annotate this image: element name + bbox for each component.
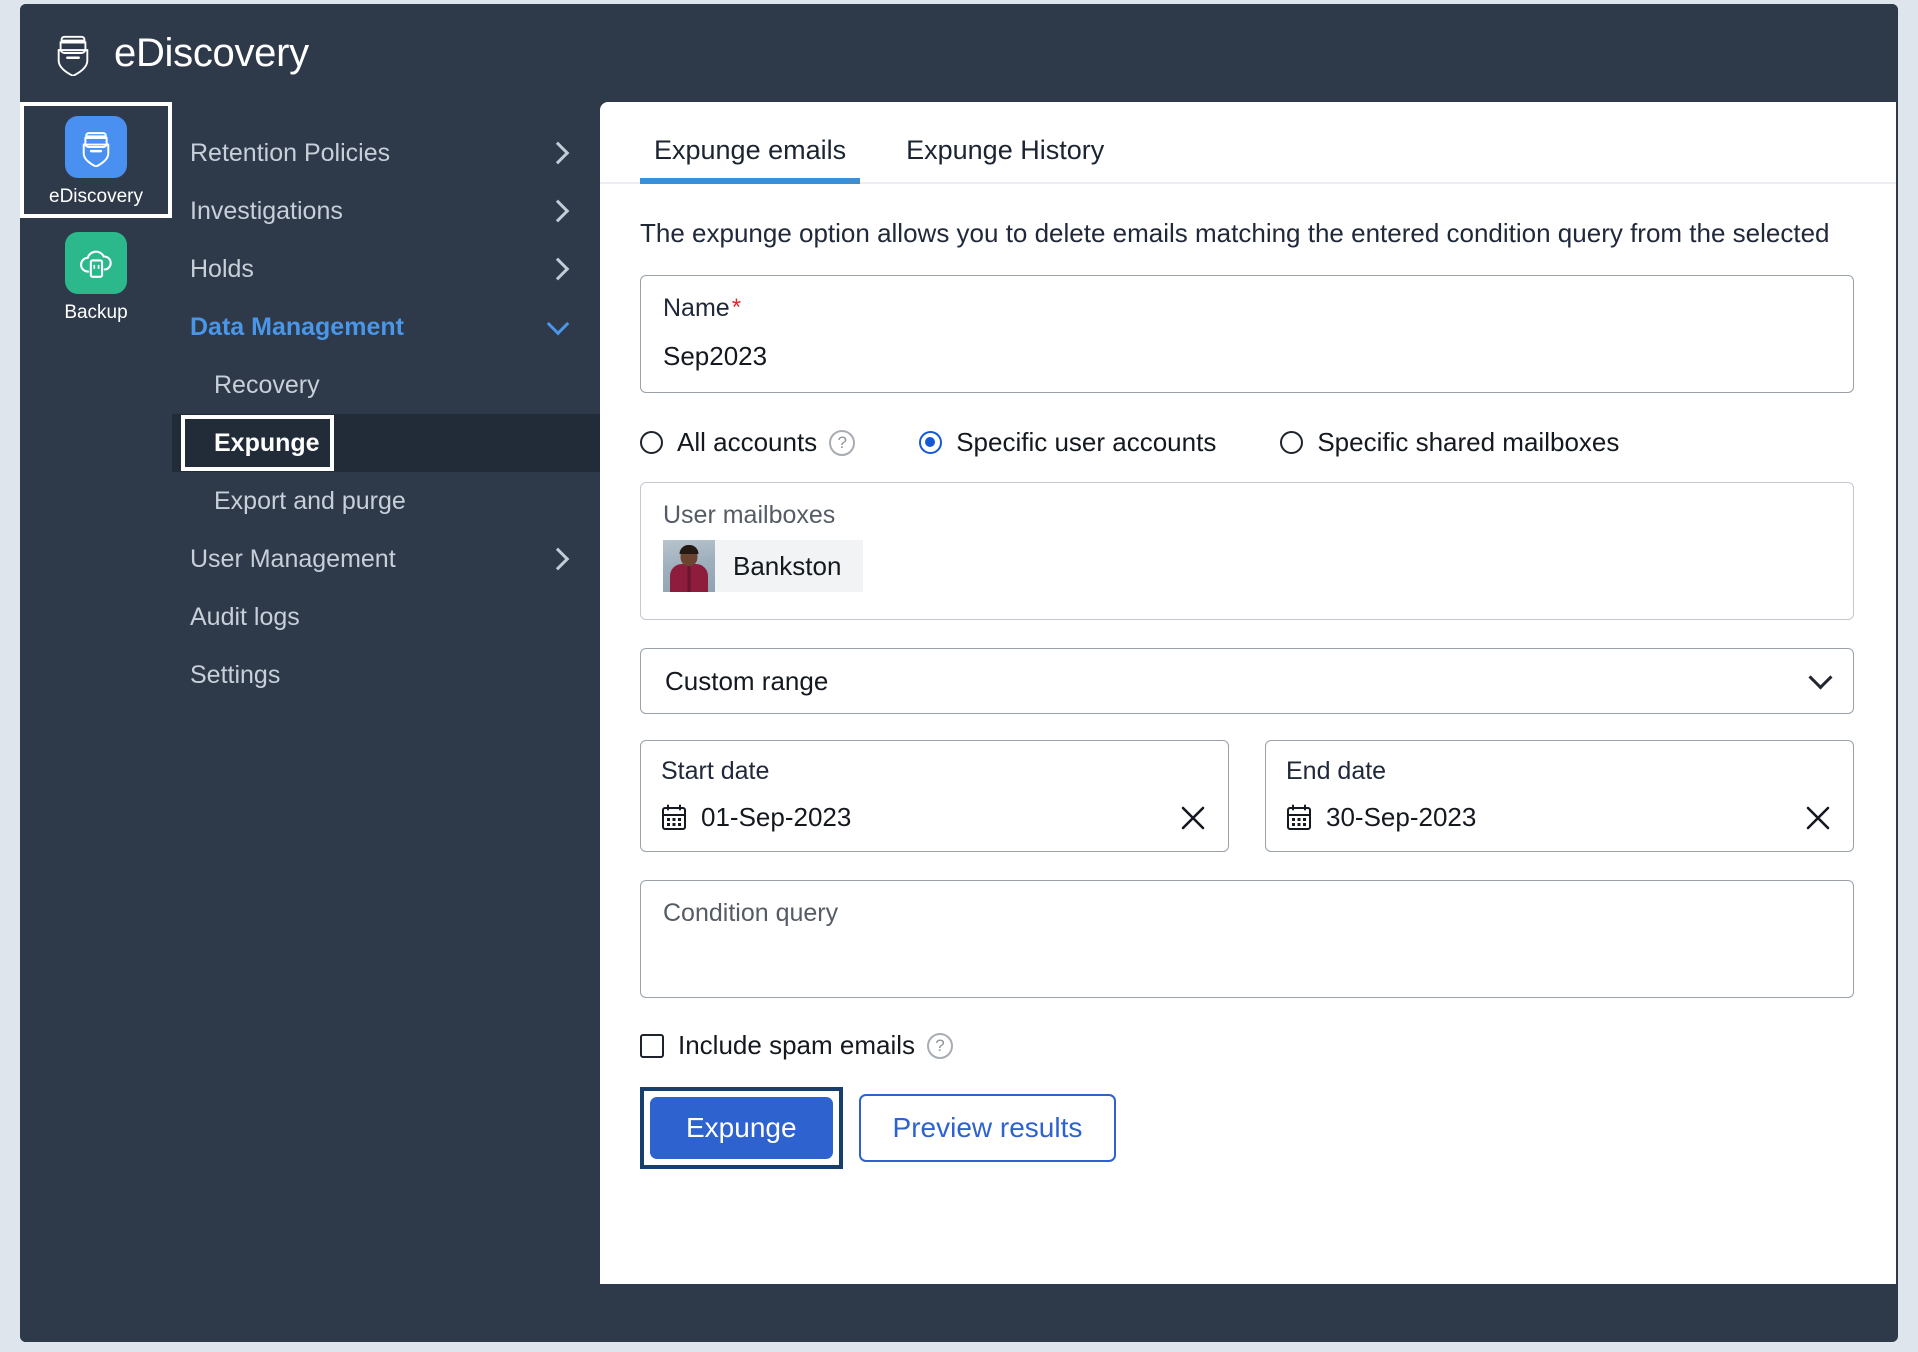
rail-item-backup[interactable]: Backup — [20, 218, 172, 334]
sidebar-item-holds[interactable]: Holds — [172, 240, 600, 298]
app-title: eDiscovery — [114, 31, 309, 76]
expunge-button[interactable]: Expunge — [650, 1097, 833, 1159]
chevron-right-icon — [547, 548, 570, 571]
sidebar-item-label: Export and purge — [214, 487, 406, 516]
sidebar-item-label: Recovery — [214, 371, 320, 400]
condition-query-input[interactable]: Condition query — [640, 880, 1854, 998]
sidebar-item-label: Settings — [190, 661, 280, 690]
sidebar-item-audit-logs[interactable]: Audit logs — [172, 588, 600, 646]
form-actions: Expunge Preview results — [640, 1087, 1854, 1169]
sidebar-item-label: Retention Policies — [190, 139, 390, 168]
chevron-down-icon — [1808, 665, 1832, 689]
mailbox-chip[interactable]: Bankston — [663, 540, 863, 592]
start-date-field[interactable]: Start date 01-Sep-20 — [640, 740, 1229, 852]
end-date-value: 30-Sep-2023 — [1326, 802, 1476, 833]
end-date-field[interactable]: End date 30-Sep-2023 — [1265, 740, 1854, 852]
sidebar-item-user-management[interactable]: User Management — [172, 530, 600, 588]
name-field-value: Sep2023 — [663, 341, 1831, 372]
shield-helmet-icon — [52, 30, 94, 76]
rail-item-label: eDiscovery — [20, 186, 172, 208]
close-icon[interactable] — [1803, 803, 1833, 833]
sidebar-item-recovery[interactable]: Recovery — [172, 356, 600, 414]
sidebar-item-label: Holds — [190, 255, 254, 284]
chevron-right-icon — [547, 142, 570, 165]
name-field-label: Name — [663, 294, 730, 322]
date-range-select[interactable]: Custom range — [640, 648, 1854, 714]
sidebar-item-investigations[interactable]: Investigations — [172, 182, 600, 240]
close-icon[interactable] — [1178, 803, 1208, 833]
tab-bar: Expunge emails Expunge History — [600, 102, 1896, 184]
radio-specific-shared-mailboxes[interactable]: Specific shared mailboxes — [1280, 427, 1619, 458]
end-date-label: End date — [1286, 757, 1833, 786]
app-header: eDiscovery — [20, 4, 1898, 102]
sidebar-item-label: Data Management — [190, 313, 404, 342]
chevron-right-icon — [547, 258, 570, 281]
sidebar-item-data-management[interactable]: Data Management — [172, 298, 600, 356]
sidebar-item-settings[interactable]: Settings — [172, 646, 600, 704]
date-range-row: Start date 01-Sep-20 — [640, 740, 1854, 852]
include-spam-row[interactable]: Include spam emails ? — [640, 1030, 1854, 1061]
radio-all-accounts[interactable]: All accounts ? — [640, 427, 855, 458]
calendar-icon — [661, 804, 687, 831]
help-icon[interactable]: ? — [829, 430, 855, 456]
sidebar-item-label: Investigations — [190, 197, 343, 226]
user-mailboxes-field[interactable]: User mailboxes Bankston — [640, 482, 1854, 620]
avatar — [663, 540, 715, 592]
chevron-down-icon — [547, 313, 570, 336]
name-field[interactable]: Name* Sep2023 — [640, 275, 1854, 393]
radio-label: Specific user accounts — [956, 427, 1216, 458]
focus-highlight-box: Expunge — [640, 1087, 843, 1169]
tab-expunge-history[interactable]: Expunge History — [892, 135, 1118, 182]
rail-item-ediscovery[interactable]: eDiscovery — [20, 102, 172, 218]
radio-specific-user-accounts[interactable]: Specific user accounts — [919, 427, 1216, 458]
sidebar-item-label: User Management — [190, 545, 396, 574]
tab-expunge-emails[interactable]: Expunge emails — [640, 135, 860, 182]
focus-highlight-box — [181, 415, 334, 471]
app-rail: eDiscovery Backup — [20, 102, 172, 1342]
sidebar-nav: Retention Policies Investigations Holds … — [172, 102, 600, 1342]
scope-radio-group: All accounts ? Specific user accounts Sp… — [640, 427, 1854, 458]
radio-label: All accounts — [677, 427, 817, 458]
rail-item-label: Backup — [20, 302, 172, 324]
sidebar-item-expunge[interactable]: Expunge — [172, 414, 600, 472]
radio-label: Specific shared mailboxes — [1317, 427, 1619, 458]
screenshot-root: eDiscovery eDiscovery — [0, 0, 1918, 1352]
cloud-backup-icon — [65, 232, 127, 294]
radio-circle-icon — [640, 431, 663, 454]
sidebar-item-label: Audit logs — [190, 603, 300, 632]
form-description: The expunge option allows you to delete … — [640, 218, 1854, 249]
main-content-panel: Expunge emails Expunge History The expun… — [600, 102, 1896, 1284]
sidebar-item-export-and-purge[interactable]: Export and purge — [172, 472, 600, 530]
radio-circle-icon — [1280, 431, 1303, 454]
checkbox-icon[interactable] — [640, 1034, 664, 1058]
application-window: eDiscovery eDiscovery — [20, 4, 1898, 1342]
mailbox-chip-label: Bankston — [715, 551, 863, 582]
start-date-value: 01-Sep-2023 — [701, 802, 851, 833]
calendar-icon — [1286, 804, 1312, 831]
expunge-form: The expunge option allows you to delete … — [600, 218, 1896, 1169]
preview-results-button[interactable]: Preview results — [859, 1094, 1117, 1162]
required-marker: * — [732, 294, 741, 321]
condition-query-placeholder: Condition query — [663, 899, 838, 927]
user-mailboxes-label: User mailboxes — [663, 501, 1831, 530]
help-icon[interactable]: ? — [927, 1033, 953, 1059]
start-date-label: Start date — [661, 757, 1208, 786]
shield-helmet-icon — [65, 116, 127, 178]
date-range-value: Custom range — [665, 666, 828, 697]
include-spam-label: Include spam emails — [678, 1030, 915, 1061]
sidebar-item-retention-policies[interactable]: Retention Policies — [172, 124, 600, 182]
radio-circle-selected-icon — [919, 431, 942, 454]
chevron-right-icon — [547, 200, 570, 223]
